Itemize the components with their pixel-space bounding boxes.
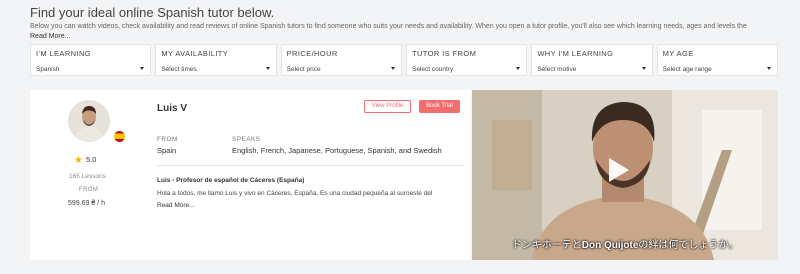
star-icon: ★ [74,155,83,166]
filter-label: MY AVAILABILITY [161,49,229,58]
from-value: Spain [157,146,177,155]
video-subtitle: ドンキホーテとDon Quijoteの絆は何でしょうか。 [472,236,778,251]
filter-value: Select price [286,66,321,73]
filter-value: Select times [161,66,197,73]
filter-label: TUTOR IS FROM [411,49,477,58]
rating-value: 5.0 [85,155,97,164]
subtitle-part: の絆は何でしょうか。 [638,240,739,251]
filter-value: Select country [411,66,454,73]
filter-motive-select[interactable]: WHY I'M LEARNING Select motive [531,44,653,76]
subtitle-highlight: Don Quijote [581,240,639,251]
chevron-down-icon [641,67,646,70]
chevron-down-icon [390,67,395,70]
filter-label: PRICE/HOUR [286,49,338,58]
speaks-label: SPEAKS [232,136,261,143]
tutor-bio: Hola a todos, me llamo Luis y vivo en Cá… [157,190,433,197]
rating: ★ 5.0 [74,155,96,166]
filter-country-select[interactable]: TUTOR IS FROM Select country [405,44,528,76]
avatar[interactable] [68,100,110,142]
intro-video-player[interactable]: ドンキホーテとDon Quijoteの絆は何でしょうか。 [472,90,778,260]
speaks-value: English, French, Japanese, Portuguese, S… [232,146,442,155]
filter-label: WHY I'M LEARNING [537,49,614,58]
price-from-label: FROM [79,187,99,193]
from-label: FROM [157,136,178,143]
tutor-headline: Luis - Profesor de español de Cáceres (E… [157,177,305,184]
intro-read-more-link[interactable]: Read More... [30,33,70,40]
subtitle-part: ドンキホーテと [511,240,582,251]
tutor-card: ★ 5.0 165 Lessons FROM 599.69 ₴ / h Luis … [30,90,471,260]
view-profile-button[interactable]: View Profile [364,100,411,113]
lessons-count: 165 Lessons [69,173,106,180]
spain-flag-icon [114,131,125,142]
filter-price-select[interactable]: PRICE/HOUR Select price [280,44,402,76]
filter-value: Spanish [36,66,60,73]
chevron-down-icon [516,67,521,70]
play-icon[interactable] [609,158,629,182]
hourly-price: 599.69 ₴ / h [68,200,105,207]
filter-value: Select motive [537,66,577,73]
bio-read-more-link[interactable]: Read More... [157,202,195,209]
filter-label: I'M LEARNING [36,49,91,58]
filter-bar: I'M LEARNING Spanish MY AVAILABILITY Sel… [30,44,778,76]
filter-learning-select[interactable]: I'M LEARNING Spanish [30,44,152,76]
intro-text: Below you can watch videos, check availa… [30,23,747,30]
filter-label: MY AGE [662,49,694,58]
divider [157,165,464,166]
chevron-down-icon [766,67,771,70]
filter-value: Select age range [662,66,712,73]
book-trial-button[interactable]: Book Trial [419,100,460,113]
chevron-down-icon [140,67,145,70]
chevron-down-icon [265,67,270,70]
filter-availability-select[interactable]: MY AVAILABILITY Select times [155,44,277,76]
filter-age-select[interactable]: MY AGE Select age range [656,44,778,76]
page-headline: Find your ideal online Spanish tutor bel… [30,5,275,20]
tutor-name[interactable]: Luis V [157,103,187,114]
